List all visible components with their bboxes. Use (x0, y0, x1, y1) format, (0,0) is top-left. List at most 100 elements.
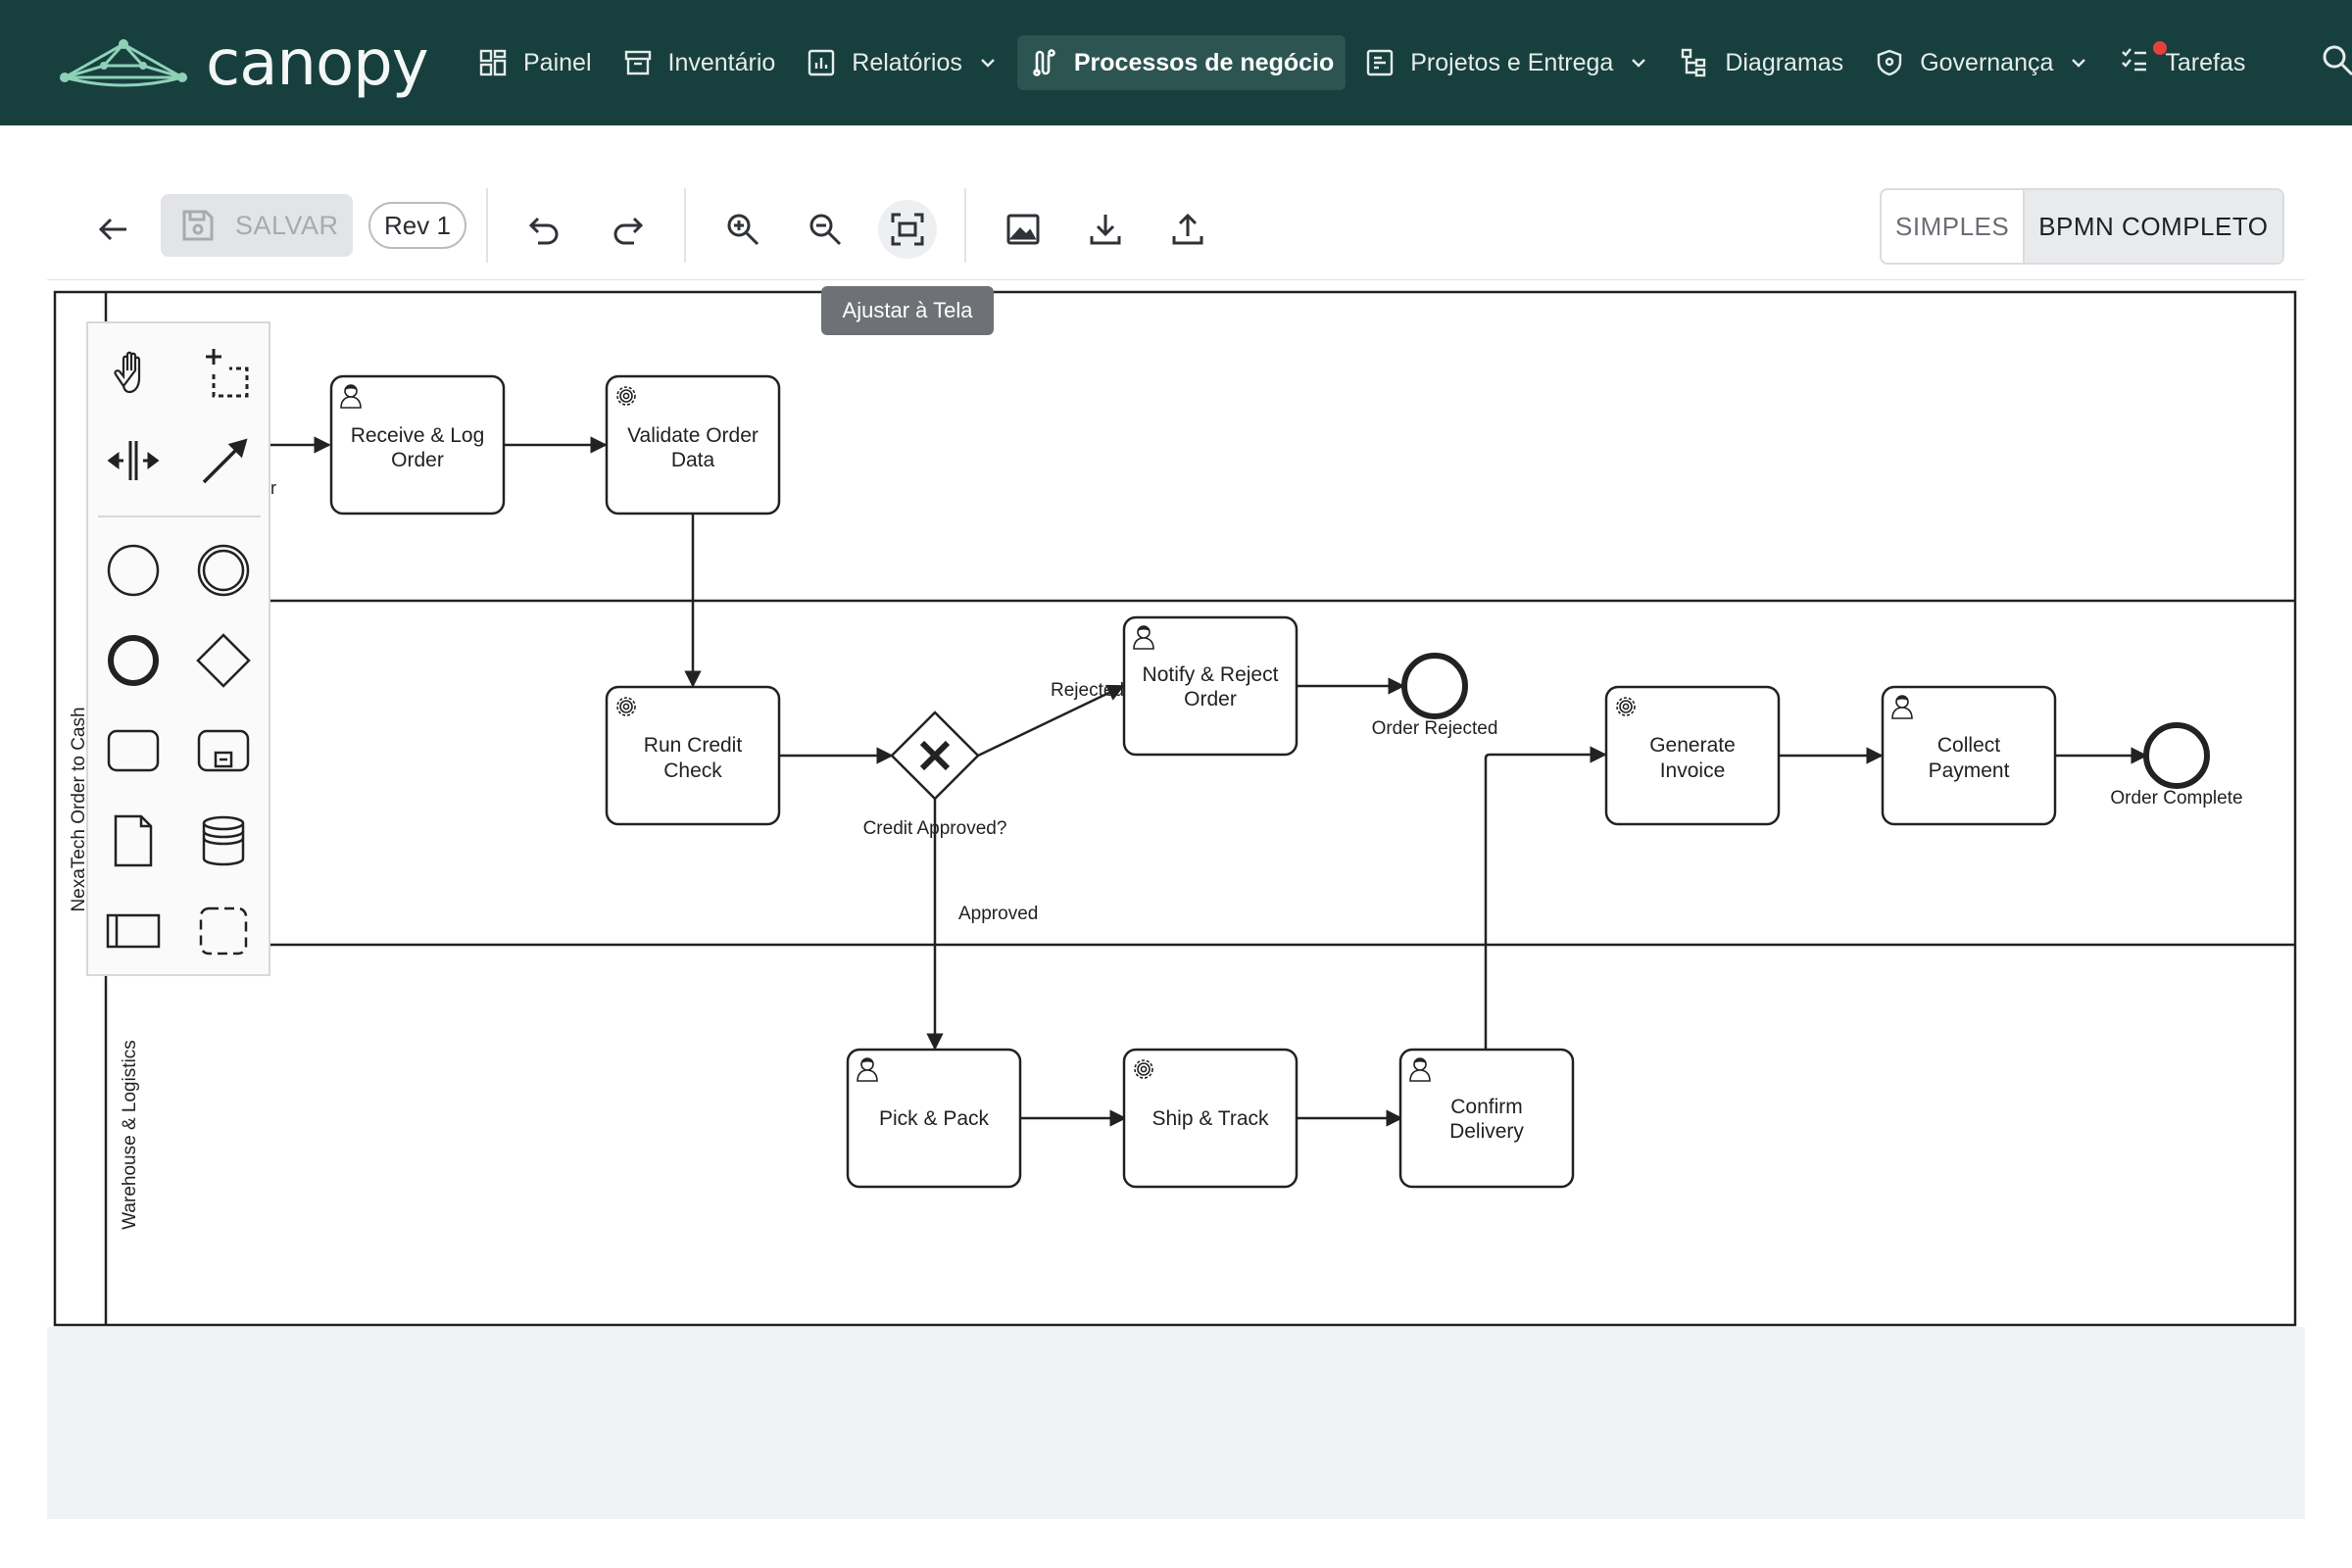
gateway-tool[interactable] (194, 631, 253, 690)
tool-palette (86, 321, 270, 976)
end-event-tool[interactable] (104, 631, 163, 690)
download-button[interactable] (1076, 200, 1135, 259)
task-label: Invoice (1660, 760, 1726, 782)
mode-simple-option[interactable]: SIMPLES (1882, 190, 2023, 263)
nav-item-processos[interactable]: Processos de negócio (1016, 35, 1347, 90)
save-button[interactable]: SALVAR (161, 194, 353, 257)
nav-item-tarefas[interactable]: Tarefas (2108, 35, 2257, 90)
end-event-order-rejected[interactable] (1401, 653, 1468, 719)
task-collect-payment[interactable]: Collect Payment (1881, 685, 2057, 826)
redo-button[interactable] (598, 200, 657, 259)
fit-to-screen-button[interactable] (878, 200, 937, 259)
task-tool[interactable] (104, 721, 163, 780)
space-tool-icon (107, 441, 160, 480)
nav-item-inventario[interactable]: Inventário (612, 35, 788, 90)
task-validate-order-data[interactable]: Validate Order Data (605, 374, 781, 515)
pool-tool[interactable] (104, 902, 163, 960)
canopy-logo[interactable]: canopy (59, 27, 429, 100)
nav-label: Processos de negócio (1073, 48, 1335, 76)
zoom-out-button[interactable] (796, 200, 855, 259)
data-object-icon (114, 814, 153, 867)
sequence-flow[interactable] (1484, 746, 1607, 1049)
connect-tool[interactable] (194, 431, 253, 490)
task-label: Order (1184, 688, 1237, 710)
nav-item-diagramas[interactable]: Diagramas (1668, 35, 1855, 90)
subprocess-tool[interactable] (194, 721, 253, 780)
dashboard-icon (479, 49, 507, 76)
hand-icon (114, 351, 141, 394)
mode-full-bpmn-option[interactable]: BPMN COMPLETO (2023, 190, 2282, 263)
intermediate-event-icon (197, 544, 250, 597)
task-label: Generate (1649, 734, 1736, 757)
nav-item-relatorios[interactable]: Relatórios (795, 35, 1009, 90)
end-event-order-complete[interactable] (2143, 722, 2210, 789)
task-notify-reject-order[interactable]: Notify & Reject Order (1122, 615, 1298, 757)
nav-item-governanca[interactable]: Governança (1863, 35, 2100, 90)
download-icon (1090, 215, 1121, 245)
task-receive-log-order[interactable]: Receive & Log Order (329, 374, 506, 515)
save-label: SALVAR (235, 210, 339, 240)
end-event-label: Order Rejected (1372, 718, 1498, 739)
hierarchy-icon (1682, 48, 1706, 77)
service-task-gear-icon (1616, 697, 1636, 716)
task-label: Validate Order (627, 424, 759, 447)
arrow-left-icon (98, 218, 126, 241)
task-ship-track[interactable]: Ship & Track (1122, 1048, 1298, 1189)
task-label: Data (671, 449, 715, 471)
zoom-in-button[interactable] (713, 200, 772, 259)
workflow-icon (1033, 49, 1055, 76)
palette-divider (98, 515, 261, 517)
end-event-icon (108, 635, 159, 686)
canopy-logo-icon (59, 39, 188, 87)
group-tool[interactable] (194, 902, 253, 960)
brand-name: canopy (206, 27, 429, 100)
start-event-tool[interactable] (104, 541, 163, 600)
toolbar-divider (684, 188, 686, 263)
task-pick-pack[interactable]: Pick & Pack (846, 1048, 1022, 1189)
space-tool[interactable] (104, 431, 163, 490)
task-label: Receive & Log (351, 424, 485, 447)
task-generate-invoice[interactable]: Generate Invoice (1604, 685, 1781, 826)
nav-label: Tarefas (2165, 48, 2246, 76)
gateway-diamond-icon (196, 633, 251, 688)
export-image-button[interactable] (994, 200, 1053, 259)
diagram-canvas[interactable]: NexaTech Order to Cash Warehouse & Logis… (47, 280, 2305, 1327)
gateway-credit-approved[interactable] (890, 710, 980, 801)
lasso-tool[interactable] (194, 343, 253, 402)
fit-screen-icon (891, 213, 924, 246)
arrow-connect-icon (202, 438, 248, 484)
chevron-down-icon (981, 59, 995, 68)
task-label: Payment (1929, 760, 2010, 782)
task-label: Collect (1937, 734, 2000, 757)
toolbar-divider (486, 188, 488, 263)
nav-item-projetos[interactable]: Projetos e Entrega (1353, 35, 1660, 90)
undo-button[interactable] (515, 200, 574, 259)
nav-label: Relatórios (852, 48, 962, 76)
kanban-icon (1367, 49, 1394, 76)
task-label: Notify & Reject (1143, 663, 1279, 686)
floppy-disk-icon (182, 210, 214, 241)
nav-label: Projetos e Entrega (1410, 48, 1614, 76)
redo-icon (613, 217, 644, 245)
nav-item-painel[interactable]: Painel (466, 35, 604, 90)
task-label: Confirm (1450, 1096, 1523, 1118)
bpmn-diagram[interactable]: NexaTech Order to Cash Warehouse & Logis… (47, 280, 2305, 1327)
task-confirm-delivery[interactable]: Confirm Delivery (1398, 1048, 1575, 1189)
task-run-credit-check[interactable]: Run Credit Check (605, 685, 781, 826)
service-task-gear-icon (1134, 1059, 1153, 1079)
data-store-tool[interactable] (194, 811, 253, 870)
task-label: Check (663, 760, 722, 782)
upload-button[interactable] (1158, 200, 1217, 259)
archive-icon (624, 50, 651, 75)
lasso-select-icon (206, 349, 249, 398)
notification-dot (2153, 40, 2168, 55)
database-icon (202, 815, 245, 866)
data-object-tool[interactable] (104, 811, 163, 870)
notation-mode-toggle: SIMPLES BPMN COMPLETO (1880, 188, 2284, 265)
lane-top-partial-label: r (270, 478, 276, 498)
intermediate-event-tool[interactable] (194, 541, 253, 600)
hand-tool[interactable] (104, 343, 163, 402)
revision-badge[interactable]: Rev 1 (368, 202, 466, 249)
back-button[interactable] (84, 200, 143, 259)
search-icon[interactable] (2321, 43, 2352, 76)
